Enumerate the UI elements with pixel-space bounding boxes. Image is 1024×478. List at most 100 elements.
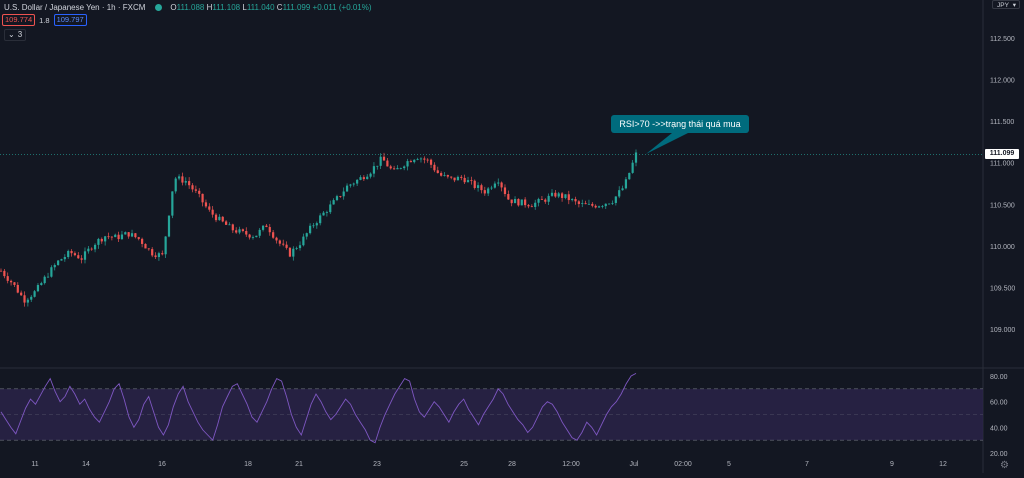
candle-body: [362, 177, 365, 180]
candle-body: [483, 190, 486, 194]
currency-label: JPY: [997, 2, 1009, 9]
sell-button[interactable]: 109.774: [2, 14, 36, 26]
candle-body: [379, 156, 382, 166]
candle-body: [382, 156, 386, 161]
candle-body: [366, 176, 369, 180]
candle-body: [345, 185, 349, 192]
candle-body: [426, 159, 429, 161]
chart-canvas[interactable]: 112.500 112.000 111.500 111.000 110.500 110.0…: [0, 0, 1024, 473]
candle-body: [157, 253, 161, 258]
candle-body: [473, 180, 476, 188]
candle-body: [30, 296, 33, 300]
candle-body: [581, 203, 584, 204]
candle-body: [601, 206, 604, 207]
candle-body: [117, 234, 120, 240]
indicators-toggle[interactable]: ⌄ 3: [4, 29, 27, 41]
candle-body: [114, 234, 117, 238]
candle-body: [487, 188, 490, 194]
candle-body: [184, 181, 187, 183]
candle-body: [235, 230, 238, 233]
annotation-pointer: [646, 133, 688, 154]
symbol-title: U.S. Dollar / Japanese Yen · 1h · FXCM: [4, 2, 146, 12]
candle-body: [3, 270, 6, 277]
candle-body: [221, 216, 224, 222]
candle-body: [634, 152, 638, 163]
candle-body: [460, 176, 463, 178]
candle-body: [470, 180, 473, 181]
candle-body: [608, 203, 611, 205]
candle-body: [214, 214, 218, 221]
candle-body: [181, 176, 184, 183]
candle-body: [151, 249, 154, 256]
candle-body: [211, 209, 214, 215]
time-axis-tick: 28: [508, 461, 516, 468]
candle-body: [433, 164, 436, 171]
close-value: 111.099: [282, 2, 311, 12]
candle-body: [396, 168, 399, 170]
candle-body: [73, 253, 77, 256]
candle-body: [0, 270, 3, 272]
currency-selector[interactable]: JPY ▾: [992, 0, 1020, 9]
candle-body: [33, 291, 36, 297]
candle-body: [493, 183, 496, 188]
candle-body: [228, 224, 231, 226]
candle-body: [389, 166, 392, 169]
candle-body: [406, 161, 409, 167]
candle-body: [26, 299, 29, 303]
candle-body: [335, 196, 339, 201]
candle-body: [567, 194, 570, 201]
candle-body: [174, 178, 177, 192]
candle-body: [90, 248, 93, 250]
price-axis-tick: 109.500: [990, 285, 1015, 292]
candle-body: [251, 237, 255, 238]
candle-body: [440, 173, 443, 176]
gear-icon[interactable]: ⚙: [1000, 460, 1009, 471]
last-price-badge: 111.099: [985, 149, 1019, 160]
time-axis-tick: 12:00: [562, 461, 580, 468]
time-axis-tick: 25: [460, 461, 468, 468]
candle-body: [342, 191, 345, 197]
candle-body: [419, 158, 423, 160]
candle-body: [309, 225, 312, 234]
candle-body: [134, 233, 137, 238]
candle-body: [245, 230, 248, 235]
candle-body: [534, 202, 537, 207]
annotation-callout[interactable]: RSI>70 ->>trạng thái quá mua: [611, 115, 749, 133]
candle-body: [77, 255, 80, 259]
candle-body: [288, 247, 292, 257]
candle-body: [241, 229, 245, 231]
candle-body: [110, 236, 113, 238]
candle-body: [322, 212, 325, 216]
candle-body: [503, 187, 507, 195]
chevron-down-icon: ▾: [1012, 2, 1016, 9]
candle-body: [628, 172, 631, 180]
indicators-count: 3: [17, 30, 23, 39]
candle-body: [325, 212, 328, 213]
candle-body: [339, 196, 342, 197]
candle-body: [450, 176, 453, 178]
candle-body: [87, 248, 90, 252]
price-axis-tick: 110.500: [990, 202, 1015, 209]
candle-body: [349, 184, 352, 186]
open-value: 111.088: [176, 2, 205, 12]
candle-body: [392, 168, 396, 170]
candle-body: [46, 276, 50, 278]
candle-body: [537, 198, 540, 203]
candle-body: [352, 183, 355, 185]
candle-body: [356, 179, 359, 184]
candle-body: [524, 199, 527, 206]
candle-body: [97, 238, 100, 245]
candle-body: [40, 283, 43, 286]
candle-body: [423, 158, 426, 160]
candle-body: [50, 267, 53, 277]
candle-body: [409, 161, 412, 163]
chart-area[interactable]: 112.500 112.000 111.500 111.000 110.500 110.0…: [0, 0, 1024, 473]
spread-value: 1.8: [39, 15, 50, 25]
candle-body: [604, 203, 607, 207]
rsi-axis-tick: 40.00: [990, 425, 1008, 432]
candle-body: [9, 280, 13, 283]
candle-body: [386, 160, 389, 167]
buy-button[interactable]: 109.797: [53, 14, 87, 26]
candle-body: [466, 180, 470, 183]
candle-body: [137, 237, 140, 239]
